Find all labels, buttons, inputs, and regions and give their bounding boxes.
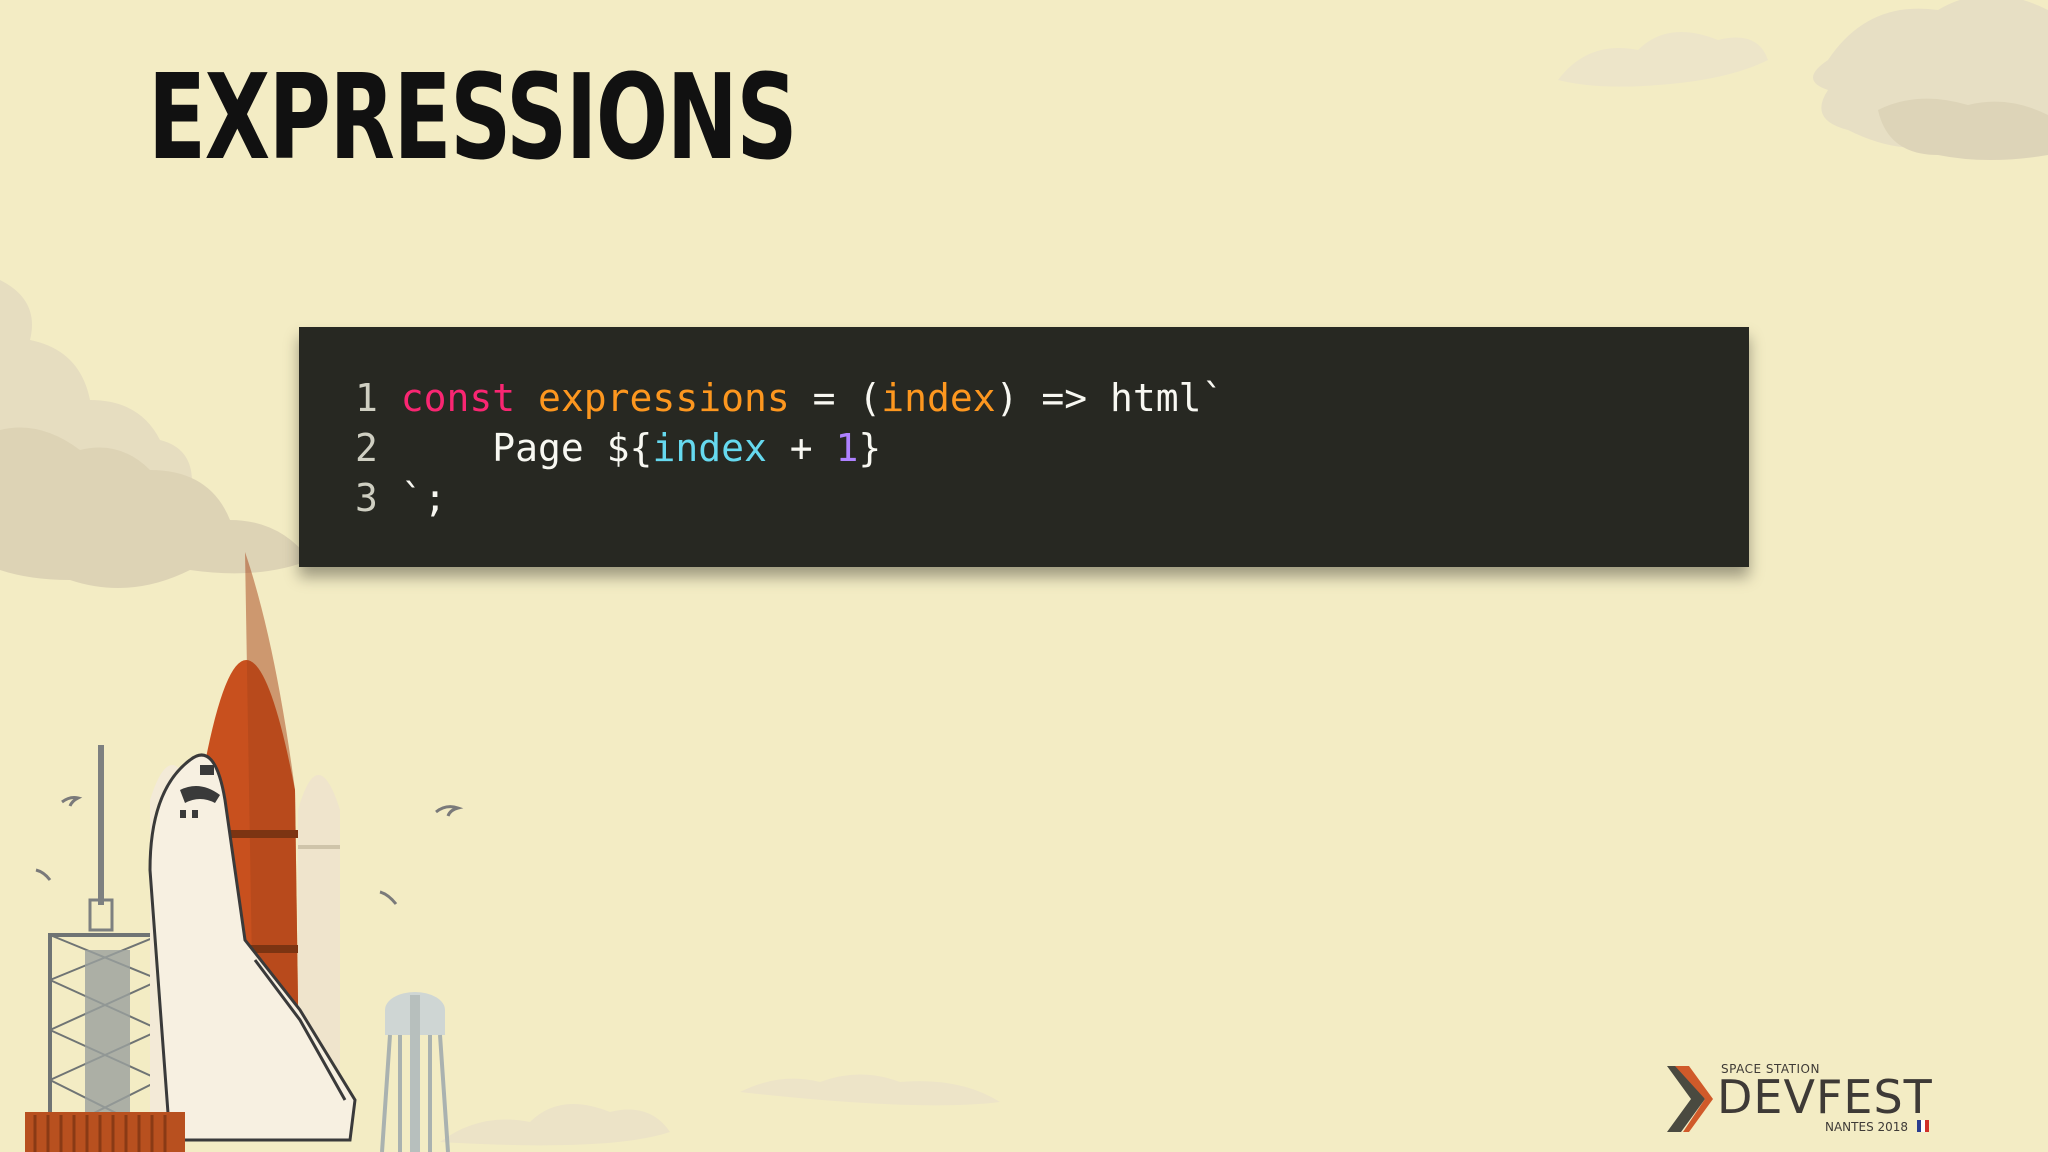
code-token: Page ${ bbox=[400, 426, 653, 470]
devfest-chevron-icon bbox=[1667, 1066, 1713, 1132]
code-lines: 1 const expressions = (index) => html` 2 … bbox=[355, 373, 1224, 523]
line-number: 2 bbox=[355, 426, 401, 470]
slide-title: EXPRESSIONS bbox=[148, 48, 798, 186]
water-tower-icon bbox=[380, 992, 450, 1152]
code-token: `; bbox=[400, 476, 447, 520]
code-token: const bbox=[400, 376, 516, 420]
line-number: 3 bbox=[355, 476, 401, 520]
code-line: 2 Page ${index + 1} bbox=[355, 423, 1224, 473]
code-token: = ( bbox=[789, 376, 882, 420]
code-block: 1 const expressions = (index) => html` 2 … bbox=[299, 327, 1749, 567]
devfest-logo: SPACE STATION DEVFEST NANTES 2018 bbox=[1665, 1060, 1945, 1140]
code-line: 3 `; bbox=[355, 473, 1224, 523]
line-number: 1 bbox=[355, 376, 401, 420]
logo-sub-text: NANTES 2018 bbox=[1825, 1120, 1909, 1134]
code-token: + bbox=[766, 426, 836, 470]
logo-main-text: DEVFEST bbox=[1717, 1070, 1933, 1124]
launch-tower-icon bbox=[48, 745, 162, 1137]
code-token: 1 bbox=[835, 426, 859, 470]
code-token: index bbox=[881, 376, 996, 420]
cloud-icon bbox=[440, 1074, 1000, 1146]
code-token: expressions bbox=[538, 376, 790, 420]
space-shuttle-icon bbox=[25, 552, 464, 1152]
code-token: index bbox=[652, 426, 767, 470]
code-token: ) => html` bbox=[995, 376, 1225, 420]
cloud-icon bbox=[1558, 0, 2048, 160]
code-token: } bbox=[858, 426, 882, 470]
french-flag-icon bbox=[1917, 1120, 1929, 1132]
code-line: 1 const expressions = (index) => html` bbox=[355, 373, 1224, 423]
